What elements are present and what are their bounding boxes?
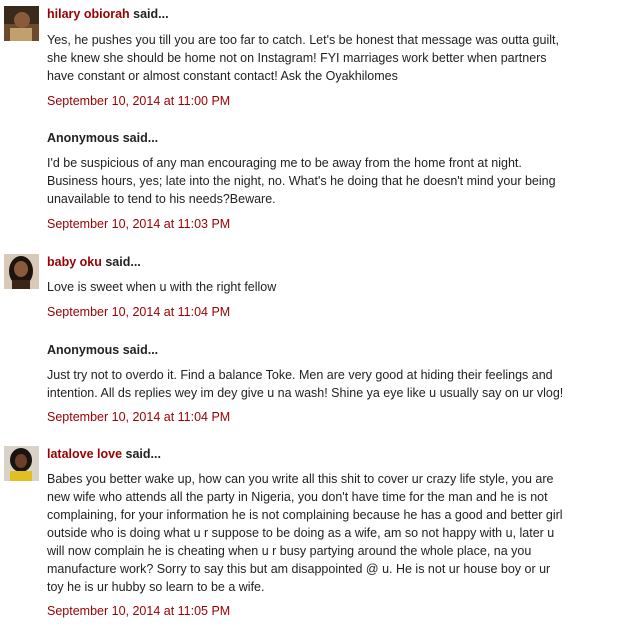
said-label: said... xyxy=(119,343,159,357)
comment-header: latalove love said... xyxy=(47,446,161,462)
avatar[interactable] xyxy=(4,254,39,289)
comment-line: I'd be suspicious of any man encouraging… xyxy=(47,156,522,170)
comment-line: unavailable to tend to his needs?Beware. xyxy=(47,192,276,206)
comment-line: toy he is ur hubby so learn to be a wife… xyxy=(47,580,265,594)
comment-line: will now complain he is cheating when u … xyxy=(47,544,532,558)
comment-line: Babes you better wake up, how can you wr… xyxy=(47,472,554,486)
comment-timestamp[interactable]: September 10, 2014 at 11:03 PM xyxy=(47,216,230,232)
comment-line: manufacture work? Sorry to say this but … xyxy=(47,562,551,576)
comment-timestamp[interactable]: September 10, 2014 at 11:04 PM xyxy=(47,409,230,425)
comment-timestamp[interactable]: September 10, 2014 at 11:00 PM xyxy=(47,93,230,109)
said-label: said... xyxy=(122,447,161,461)
author-name: Anonymous xyxy=(47,343,120,357)
comment-line: new wife who attends all the party in Ni… xyxy=(47,490,548,504)
comment-timestamp[interactable]: September 10, 2014 at 11:05 PM xyxy=(47,603,230,619)
author-name: Anonymous xyxy=(47,131,120,145)
comment-line: have constant or almost constant contact… xyxy=(47,69,398,83)
comment-body: Just try not to overdo it. Find a balanc… xyxy=(47,366,607,402)
comment-body: Love is sweet when u with the right fell… xyxy=(47,278,607,296)
comment-line: Love is sweet when u with the right fell… xyxy=(47,280,277,294)
comment-line: she knew she should be home not on Insta… xyxy=(47,51,547,65)
comment-body: Yes, he pushes you till you are too far … xyxy=(47,31,607,85)
comment-line: Business hours, yes; late into the night… xyxy=(47,174,556,188)
comment-header: baby oku said... xyxy=(47,254,141,270)
said-label: said... xyxy=(129,7,169,21)
comment-body: I'd be suspicious of any man encouraging… xyxy=(47,154,607,208)
comment-body: Babes you better wake up, how can you wr… xyxy=(47,470,607,596)
author-link[interactable]: baby oku xyxy=(47,255,102,269)
comment-line: Yes, he pushes you till you are too far … xyxy=(47,33,559,47)
comment-timestamp[interactable]: September 10, 2014 at 11:04 PM xyxy=(47,304,230,320)
avatar[interactable] xyxy=(4,446,39,481)
comment-header: Anonymous said... xyxy=(47,342,158,358)
author-link[interactable]: hilary obiorah xyxy=(47,7,130,21)
said-label: said... xyxy=(101,255,141,269)
comment-header: Anonymous said... xyxy=(47,130,158,146)
said-label: said... xyxy=(119,131,159,145)
author-link[interactable]: latalove love xyxy=(47,447,122,461)
avatar[interactable] xyxy=(4,6,39,41)
comment-line: Just try not to overdo it. Find a balanc… xyxy=(47,368,553,382)
comment-line: complaining, for your information he is … xyxy=(47,508,563,522)
comment-line: outside who is doing what u r suppose to… xyxy=(47,526,555,540)
comment-line: intention. All ds replies wey im dey giv… xyxy=(47,386,564,400)
comment-header: hilary obiorah said... xyxy=(47,6,169,22)
